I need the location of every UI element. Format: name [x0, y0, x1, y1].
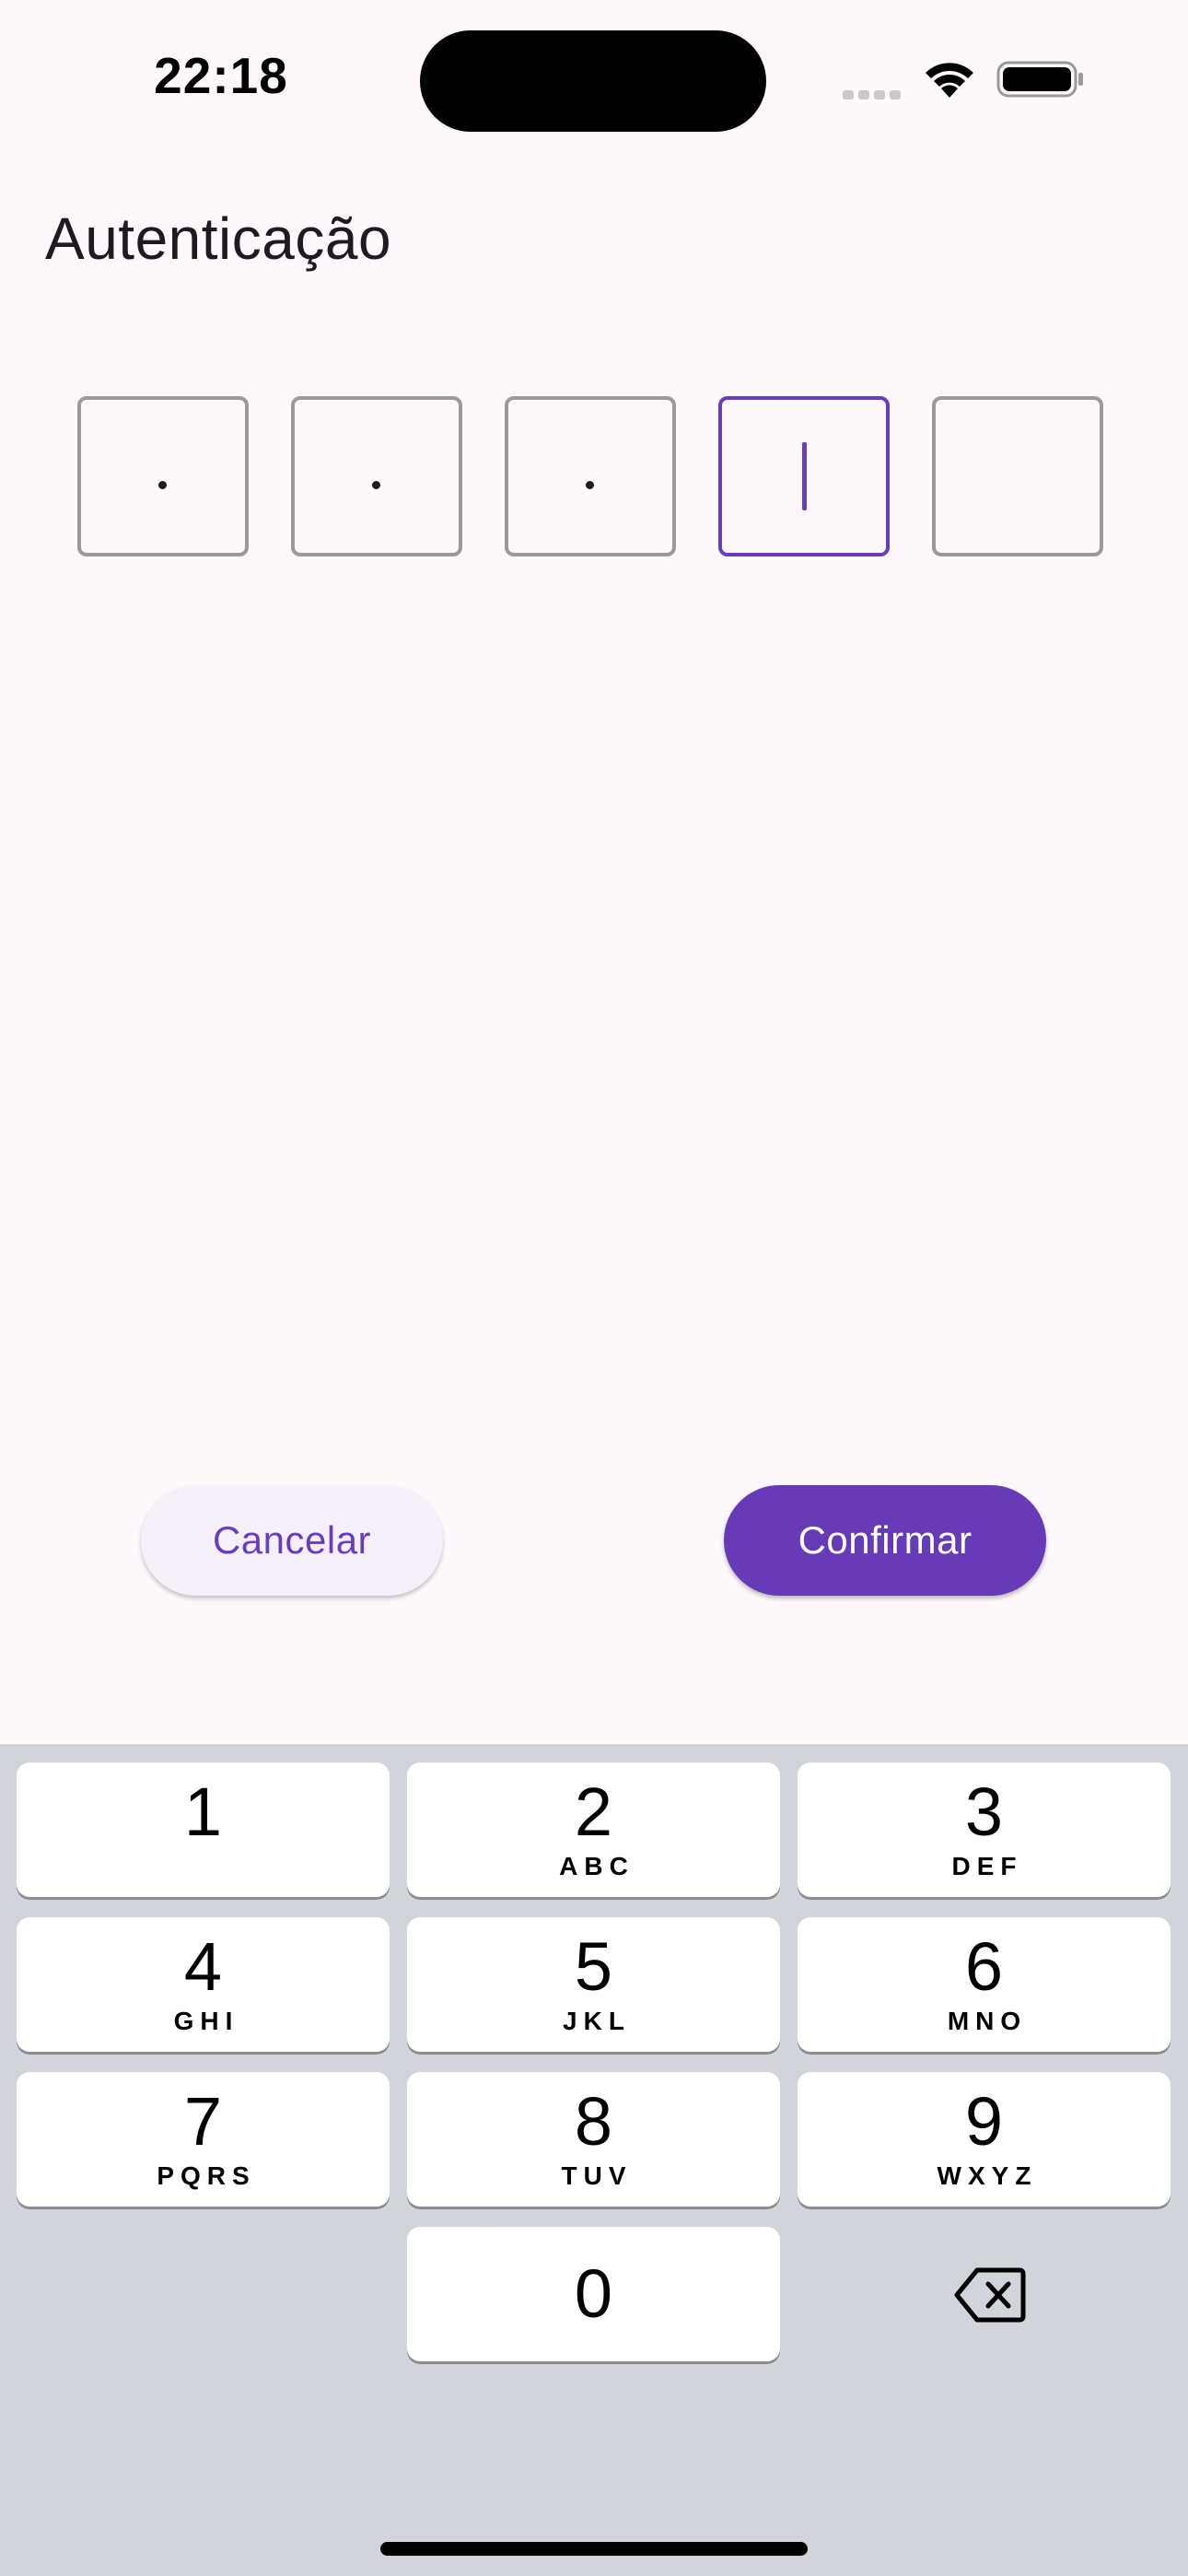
confirm-button[interactable]: Confirmar [724, 1485, 1046, 1596]
key-9[interactable]: 9 WXYZ [798, 2072, 1171, 2207]
key-digit: 3 [964, 1774, 1004, 1850]
pin-filled-dot [372, 481, 380, 489]
pin-filled-dot [158, 481, 167, 489]
key-digit: 5 [574, 1928, 613, 2005]
key-digit: 4 [183, 1928, 223, 2005]
key-8[interactable]: 8 TUV [407, 2072, 780, 2207]
key-digit: 6 [964, 1928, 1004, 2005]
key-digit: 2 [574, 1774, 613, 1850]
pin-digit-box-5[interactable] [932, 396, 1103, 556]
dynamic-island [420, 30, 766, 132]
pin-digit-box-3[interactable] [505, 396, 676, 556]
key-0[interactable]: 0 [407, 2227, 780, 2361]
key-digit: 0 [574, 2255, 613, 2332]
key-letters: GHI [173, 2007, 239, 2035]
backspace-icon[interactable] [953, 2265, 1027, 2325]
key-letters: PQRS [157, 2161, 256, 2190]
key-digit: 9 [964, 2083, 1004, 2160]
key-letters: ABC [559, 1852, 635, 1880]
home-indicator [380, 2542, 808, 2556]
key-letters: DEF [951, 1852, 1023, 1880]
pin-filled-dot [586, 481, 594, 489]
pin-input-group[interactable] [77, 396, 1111, 560]
key-letters: WXYZ [937, 2161, 1038, 2190]
key-digit: 8 [574, 2083, 613, 2160]
pin-digit-box-4[interactable] [718, 396, 890, 556]
key-letters: JKL [563, 2007, 631, 2035]
cellular-signal-icon [843, 88, 907, 100]
key-letters: MNO [947, 2007, 1028, 2035]
pin-digit-box-1[interactable] [77, 396, 249, 556]
key-7[interactable]: 7 PQRS [17, 2072, 390, 2207]
key-4[interactable]: 4 GHI [17, 1917, 390, 2052]
page-title: Autenticação [45, 205, 392, 272]
battery-icon [996, 61, 1083, 98]
key-3[interactable]: 3 DEF [798, 1762, 1171, 1897]
status-time: 22:18 [154, 47, 288, 104]
key-1[interactable]: 1 [17, 1762, 390, 1897]
key-5[interactable]: 5 JKL [407, 1917, 780, 2052]
key-digit: 1 [183, 1774, 223, 1850]
numeric-keyboard: 1 2 ABC 3 DEF 4 GHI 5 JKL 6 MNO 7 PQRS 8… [0, 1744, 1188, 2576]
pin-digit-box-2[interactable] [291, 396, 462, 556]
text-cursor [802, 442, 807, 510]
status-bar: 22:18 [0, 0, 1188, 157]
key-letters: TUV [561, 2161, 633, 2190]
cancel-button[interactable]: Cancelar [141, 1485, 443, 1596]
key-6[interactable]: 6 MNO [798, 1917, 1171, 2052]
key-digit: 7 [183, 2083, 223, 2160]
key-2[interactable]: 2 ABC [407, 1762, 780, 1897]
wifi-icon [926, 63, 973, 98]
